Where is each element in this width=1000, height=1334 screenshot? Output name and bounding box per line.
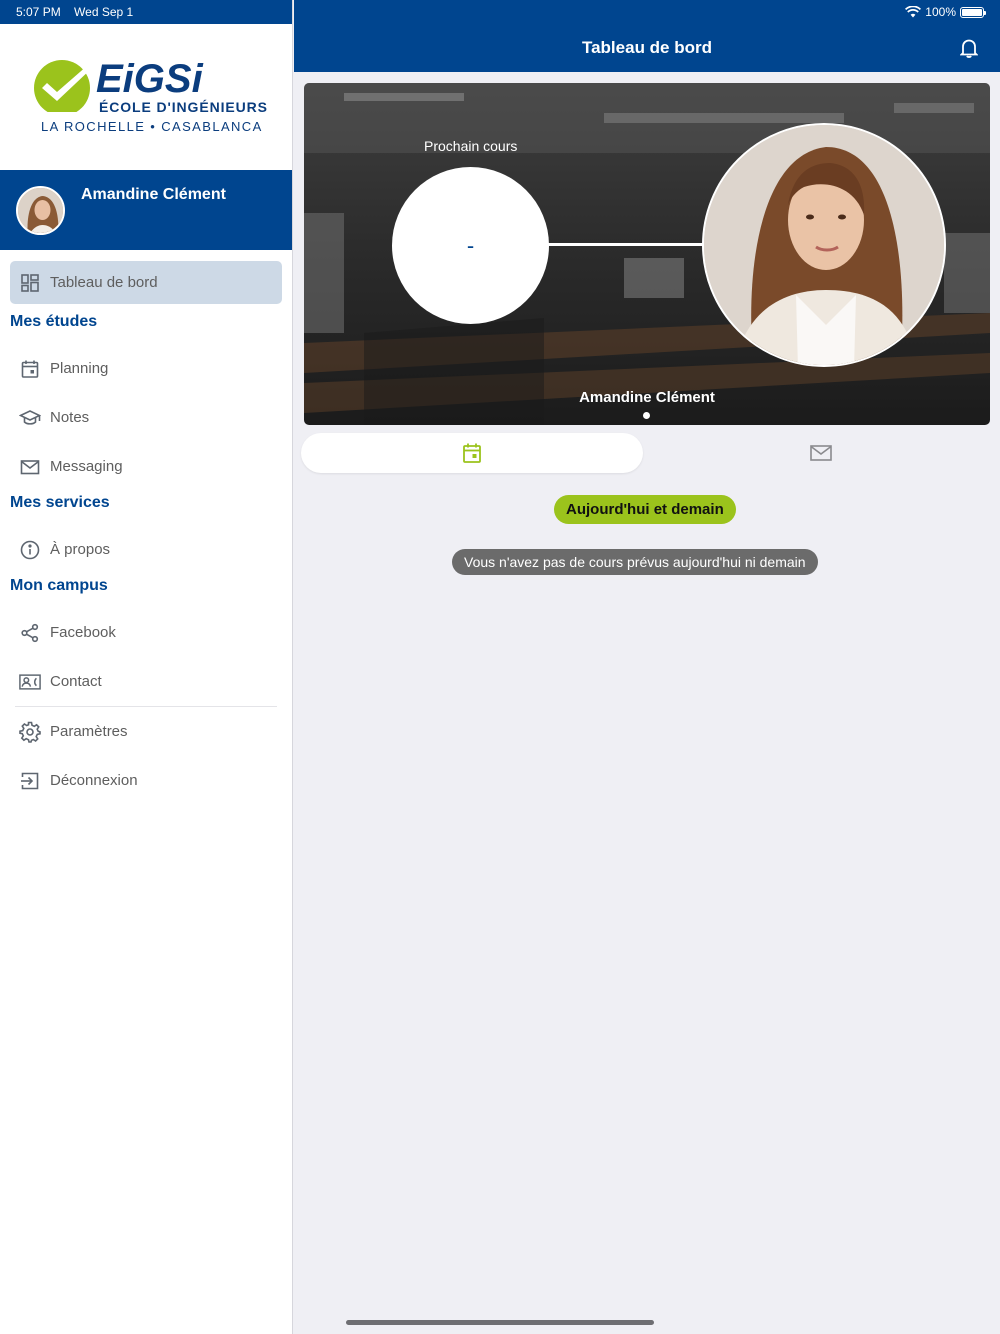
avatar xyxy=(16,186,65,235)
empty-state-message: Vous n'avez pas de cours prévus aujourd'… xyxy=(452,549,818,575)
tab-messages[interactable] xyxy=(643,433,998,473)
profile-photo xyxy=(702,123,946,367)
segmented-tabs xyxy=(301,433,998,473)
profile-header[interactable]: Amandine Clément xyxy=(0,170,292,250)
sidebar-item-planning[interactable]: Planning xyxy=(0,344,292,393)
sidebar-item-label: Planning xyxy=(50,360,109,377)
calendar-icon xyxy=(19,358,41,380)
sidebar-menu: Tableau de bord Mes études Planning Note… xyxy=(0,250,292,805)
bell-icon[interactable] xyxy=(960,38,978,58)
tab-planning[interactable] xyxy=(301,433,643,473)
battery-percent: 100% xyxy=(925,5,956,19)
sidebar-item-settings[interactable]: Paramètres xyxy=(0,707,292,756)
sidebar-item-label: Contact xyxy=(50,673,102,690)
mail-icon xyxy=(809,445,832,461)
wifi-icon xyxy=(905,6,922,18)
contact-card-icon xyxy=(19,671,41,693)
sidebar-item-label: À propos xyxy=(50,541,111,558)
sidebar-item-dashboard[interactable]: Tableau de bord xyxy=(10,261,282,304)
calendar-icon xyxy=(463,443,481,463)
sidebar-item-label: Notes xyxy=(50,409,90,426)
sidebar-item-facebook[interactable]: Facebook xyxy=(0,608,292,657)
sidebar-item-about[interactable]: À propos xyxy=(0,525,292,574)
next-course-value: - xyxy=(466,232,475,258)
sidebar-item-label: Tableau de bord xyxy=(50,274,158,291)
hero-student-name: Amandine Clément xyxy=(579,389,715,406)
status-date: Wed Sep 1 xyxy=(74,5,134,19)
graduation-cap-icon xyxy=(19,407,41,429)
connector-line xyxy=(547,243,707,246)
status-time: 5:07 PM xyxy=(16,5,61,19)
dashboard-icon xyxy=(19,272,41,294)
sidebar-item-contact[interactable]: Contact xyxy=(0,657,292,706)
logo-subtitle: ÉCOLE D'INGÉNIEURS xyxy=(99,99,268,115)
logout-icon xyxy=(19,770,41,792)
next-course-label: Prochain cours xyxy=(424,138,518,154)
section-title-studies: Mes études xyxy=(10,313,98,330)
sidebar-item-label: Messaging xyxy=(50,458,123,475)
share-icon xyxy=(19,622,41,644)
page-indicator-dot[interactable] xyxy=(643,412,650,419)
profile-name: Amandine Clément xyxy=(81,186,226,203)
sidebar-item-label: Déconnexion xyxy=(50,772,138,789)
next-course-card: Prochain cours - Amandine Clément xyxy=(304,83,990,425)
school-logo: EiGSi ÉCOLE D'INGÉNIEURS LA ROCHELLE • C… xyxy=(0,24,292,170)
next-course-circle[interactable]: - xyxy=(392,167,549,324)
gear-icon xyxy=(19,721,41,743)
svg-text:EiGSi: EiGSi xyxy=(96,60,204,101)
sidebar-item-logout[interactable]: Déconnexion xyxy=(0,756,292,805)
sidebar-item-label: Facebook xyxy=(50,624,116,641)
section-title-services: Mes services xyxy=(10,494,110,511)
sidebar-item-notes[interactable]: Notes xyxy=(0,393,292,442)
home-indicator[interactable] xyxy=(346,1320,654,1325)
mail-icon xyxy=(19,456,41,478)
battery-icon xyxy=(960,6,986,18)
section-title-campus: Mon campus xyxy=(10,577,108,594)
status-bar: 5:07 PM Wed Sep 1 100% xyxy=(0,0,1000,24)
sidebar-item-messaging[interactable]: Messaging xyxy=(0,442,292,491)
sidebar: EiGSi ÉCOLE D'INGÉNIEURS LA ROCHELLE • C… xyxy=(0,0,293,1334)
logo-cities: LA ROCHELLE • CASABLANCA xyxy=(41,119,263,134)
sidebar-item-label: Paramètres xyxy=(50,723,128,740)
today-tomorrow-chip[interactable]: Aujourd'hui et demain xyxy=(554,495,736,524)
info-icon xyxy=(19,539,41,561)
page-title: Tableau de bord xyxy=(581,38,713,57)
